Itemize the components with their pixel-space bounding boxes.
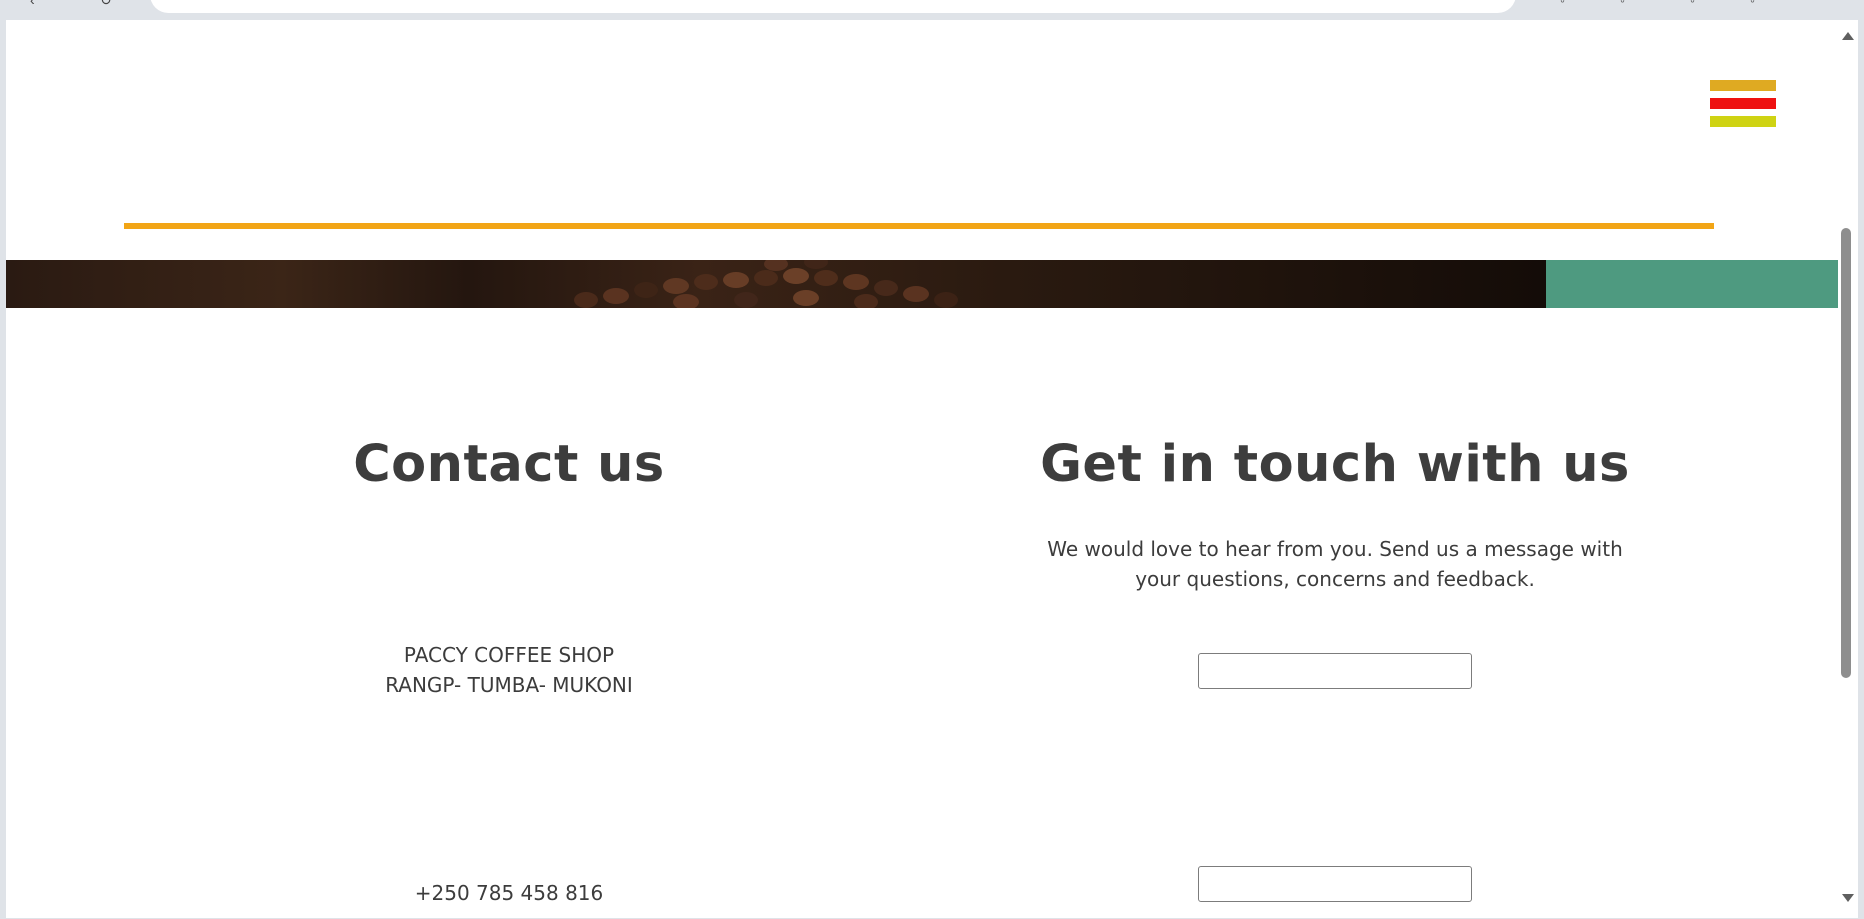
- hamburger-menu-icon[interactable]: [1710, 80, 1776, 128]
- scroll-down-icon[interactable]: [1842, 894, 1854, 902]
- get-in-touch-title: Get in touch with us: [1040, 435, 1630, 494]
- menu-bar-middle: [1710, 98, 1776, 109]
- header-divider: [124, 223, 1714, 229]
- address-line-2: RANGP- TUMBA- MUKONI: [385, 673, 633, 697]
- hero-banner: [6, 260, 1838, 308]
- extensions-icon[interactable]: ◦: [1690, 0, 1708, 7]
- menu-bar-top: [1710, 80, 1776, 91]
- window-edge: [1858, 0, 1864, 919]
- coffee-beans-icon: [574, 260, 958, 308]
- page-viewport: Contact us PACCY COFFEE SHOP RANGP- TUMB…: [6, 20, 1838, 918]
- address-bar[interactable]: [150, 0, 1516, 13]
- account-icon[interactable]: ◦: [1750, 0, 1768, 7]
- contact-form-field-2[interactable]: [1198, 866, 1472, 902]
- menu-bar-bottom: [1710, 116, 1776, 127]
- download-icon[interactable]: ◦: [1620, 0, 1638, 7]
- contact-address: PACCY COFFEE SHOP RANGP- TUMBA- MUKONI: [164, 640, 854, 700]
- page-scrollbar[interactable]: [1838, 20, 1858, 918]
- scroll-up-icon[interactable]: [1842, 32, 1854, 40]
- reload-icon[interactable]: ↻: [100, 0, 118, 7]
- contact-form-field-1[interactable]: [1198, 653, 1472, 689]
- hero-accent-panel: [1546, 260, 1838, 308]
- browser-chrome: ‹ ↻ ◦ ◦ ◦ ◦: [0, 0, 1864, 20]
- contact-phone: +250 785 458 816: [414, 881, 604, 905]
- scrollbar-thumb[interactable]: [1841, 228, 1851, 678]
- profile-icon[interactable]: ◦: [1560, 0, 1578, 7]
- contact-title: Contact us: [353, 435, 665, 494]
- address-line-1: PACCY COFFEE SHOP: [403, 643, 615, 667]
- back-icon[interactable]: ‹: [30, 0, 48, 7]
- get-in-touch-intro: We would love to hear from you. Send us …: [1047, 537, 1623, 591]
